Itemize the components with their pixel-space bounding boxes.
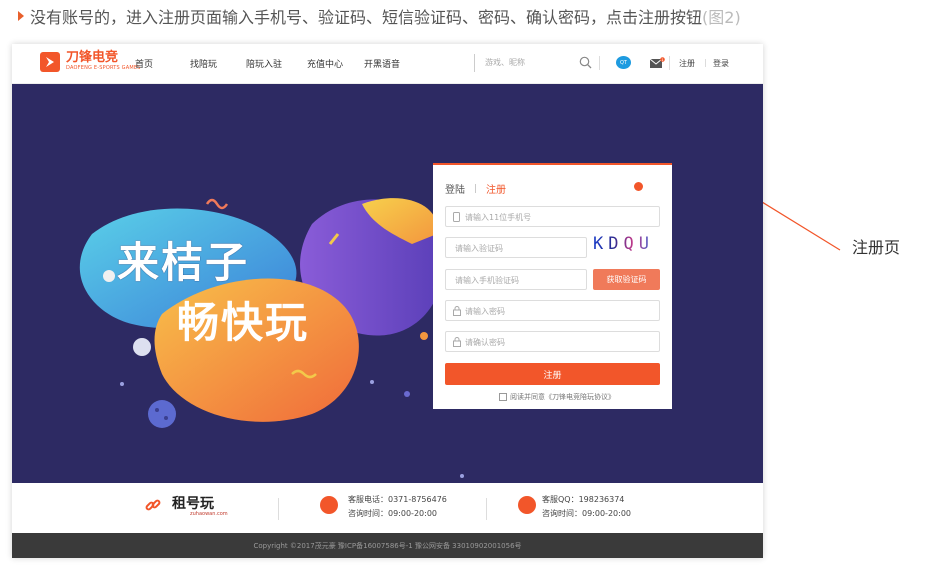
confirm-password-input[interactable]: 请确认密码 [445, 331, 660, 352]
phone-placeholder: 请输入11位手机号 [465, 213, 532, 222]
get-sms-code-button[interactable]: 获取验证码 [593, 269, 660, 290]
menu-item-find-player[interactable]: 找陪玩 [190, 57, 246, 70]
qq-penguin-icon [518, 496, 536, 514]
partner-logo-url: zuhaowan.com [190, 511, 228, 517]
nav-divider [599, 56, 600, 70]
menu-item-join[interactable]: 陪玩入驻 [246, 57, 307, 70]
footer-divider [486, 498, 487, 520]
phone-input[interactable]: 请输入11位手机号 [445, 206, 660, 227]
hero-slogan-line2: 畅快玩 [177, 298, 310, 347]
register-submit-button[interactable]: 注册 [445, 363, 660, 385]
hero-banner: 来桔子 畅快玩 登陆 | 注册 请输入11位手机号 请输入验证码 KDQU 请输… [12, 84, 763, 483]
sms-code-placeholder: 请输入手机验证码 [455, 276, 519, 285]
password-placeholder: 请输入密码 [465, 307, 505, 316]
captcha-code-placeholder: 请输入验证码 [455, 244, 503, 253]
customer-service-icon [320, 496, 338, 514]
callout-dot [634, 182, 643, 191]
service-phone: 客服电话：0371-8756476 [348, 495, 447, 504]
callout-label: 注册页 [852, 238, 901, 257]
logo-subtitle: DAOFENG E-SPORTS GAMES [66, 65, 141, 71]
qq-contact: 客服QQ：198236374 咨询时间：09:00-20:00 [542, 493, 631, 521]
main-menu: 首页 找陪玩 陪玩入驻 充值中心 开黑语音 [135, 57, 400, 70]
password-input[interactable]: 请输入密码 [445, 300, 660, 321]
top-nav: 刀锋电竞 DAOFENG E-SPORTS GAMES 首页 找陪玩 陪玩入驻 … [12, 44, 763, 84]
nav-register-link[interactable]: 注册 [679, 58, 695, 69]
nav-link-divider: | [704, 58, 707, 67]
link-chain-icon [145, 499, 161, 511]
footer-divider [278, 498, 279, 520]
confirm-password-placeholder: 请确认密码 [465, 338, 505, 347]
menu-item-recharge[interactable]: 充值中心 [307, 57, 364, 70]
search-placeholder: 游戏、昵称 [485, 58, 525, 67]
copyright-bar: Copyright ©2017茂元豪 豫ICP备16007586号-1 豫公网安… [12, 533, 763, 558]
sms-code-input[interactable]: 请输入手机验证码 [445, 269, 587, 290]
service-phone-hours: 咨询时间：09:00-20:00 [348, 509, 437, 518]
agreement-row: 阅读并同意《刀锋电竞陪玩协议》 [499, 392, 615, 402]
service-qq-hours: 咨询时间：09:00-20:00 [542, 509, 631, 518]
lock-icon [453, 306, 461, 316]
captcha-code-input[interactable]: 请输入验证码 [445, 237, 587, 258]
agreement-text[interactable]: 阅读并同意《刀锋电竞陪玩协议》 [510, 392, 615, 402]
logo-title: 刀锋电竞 [66, 50, 119, 65]
tab-register[interactable]: 注册 [486, 181, 506, 196]
phone-contact: 客服电话：0371-8756476 咨询时间：09:00-20:00 [348, 493, 447, 521]
register-panel: 登陆 | 注册 请输入11位手机号 请输入验证码 KDQU 请输入手机验证码 获… [433, 163, 672, 409]
search-icon[interactable] [579, 56, 592, 69]
mail-badge-count: 1 [661, 58, 663, 62]
phone-icon [453, 212, 460, 222]
partner-logo[interactable]: 租号玩 [172, 493, 214, 513]
menu-item-home[interactable]: 首页 [135, 57, 190, 70]
website-screenshot: 刀锋电竞 DAOFENG E-SPORTS GAMES 首页 找陪玩 陪玩入驻 … [12, 44, 763, 558]
logo-blade-icon [40, 51, 60, 72]
hero-slogan-line1: 来桔子 [117, 238, 250, 287]
search-box[interactable]: 游戏、昵称 [474, 54, 595, 72]
service-qq: 客服QQ：198236374 [542, 495, 625, 504]
nav-divider [669, 56, 670, 70]
captcha-image[interactable]: KDQU [593, 234, 654, 254]
site-logo[interactable]: 刀锋电竞 DAOFENG E-SPORTS GAMES [40, 51, 141, 72]
lock-icon [453, 337, 461, 347]
footer: 租号玩 zuhaowan.com 客服电话：0371-8756476 咨询时间：… [12, 483, 763, 533]
tab-login[interactable]: 登陆 [445, 181, 465, 196]
mail-icon[interactable]: 1 [649, 57, 665, 69]
tab-separator: | [474, 183, 478, 194]
menu-item-voice[interactable]: 开黑语音 [364, 57, 400, 70]
qq-icon-label: QT [620, 59, 627, 66]
nav-login-link[interactable]: 登录 [713, 58, 729, 69]
qq-chat-icon[interactable]: QT [616, 56, 631, 69]
captcha-text: KDQU [593, 234, 654, 254]
agreement-checkbox[interactable] [499, 393, 507, 401]
auth-tabs: 登陆 | 注册 [445, 181, 506, 197]
